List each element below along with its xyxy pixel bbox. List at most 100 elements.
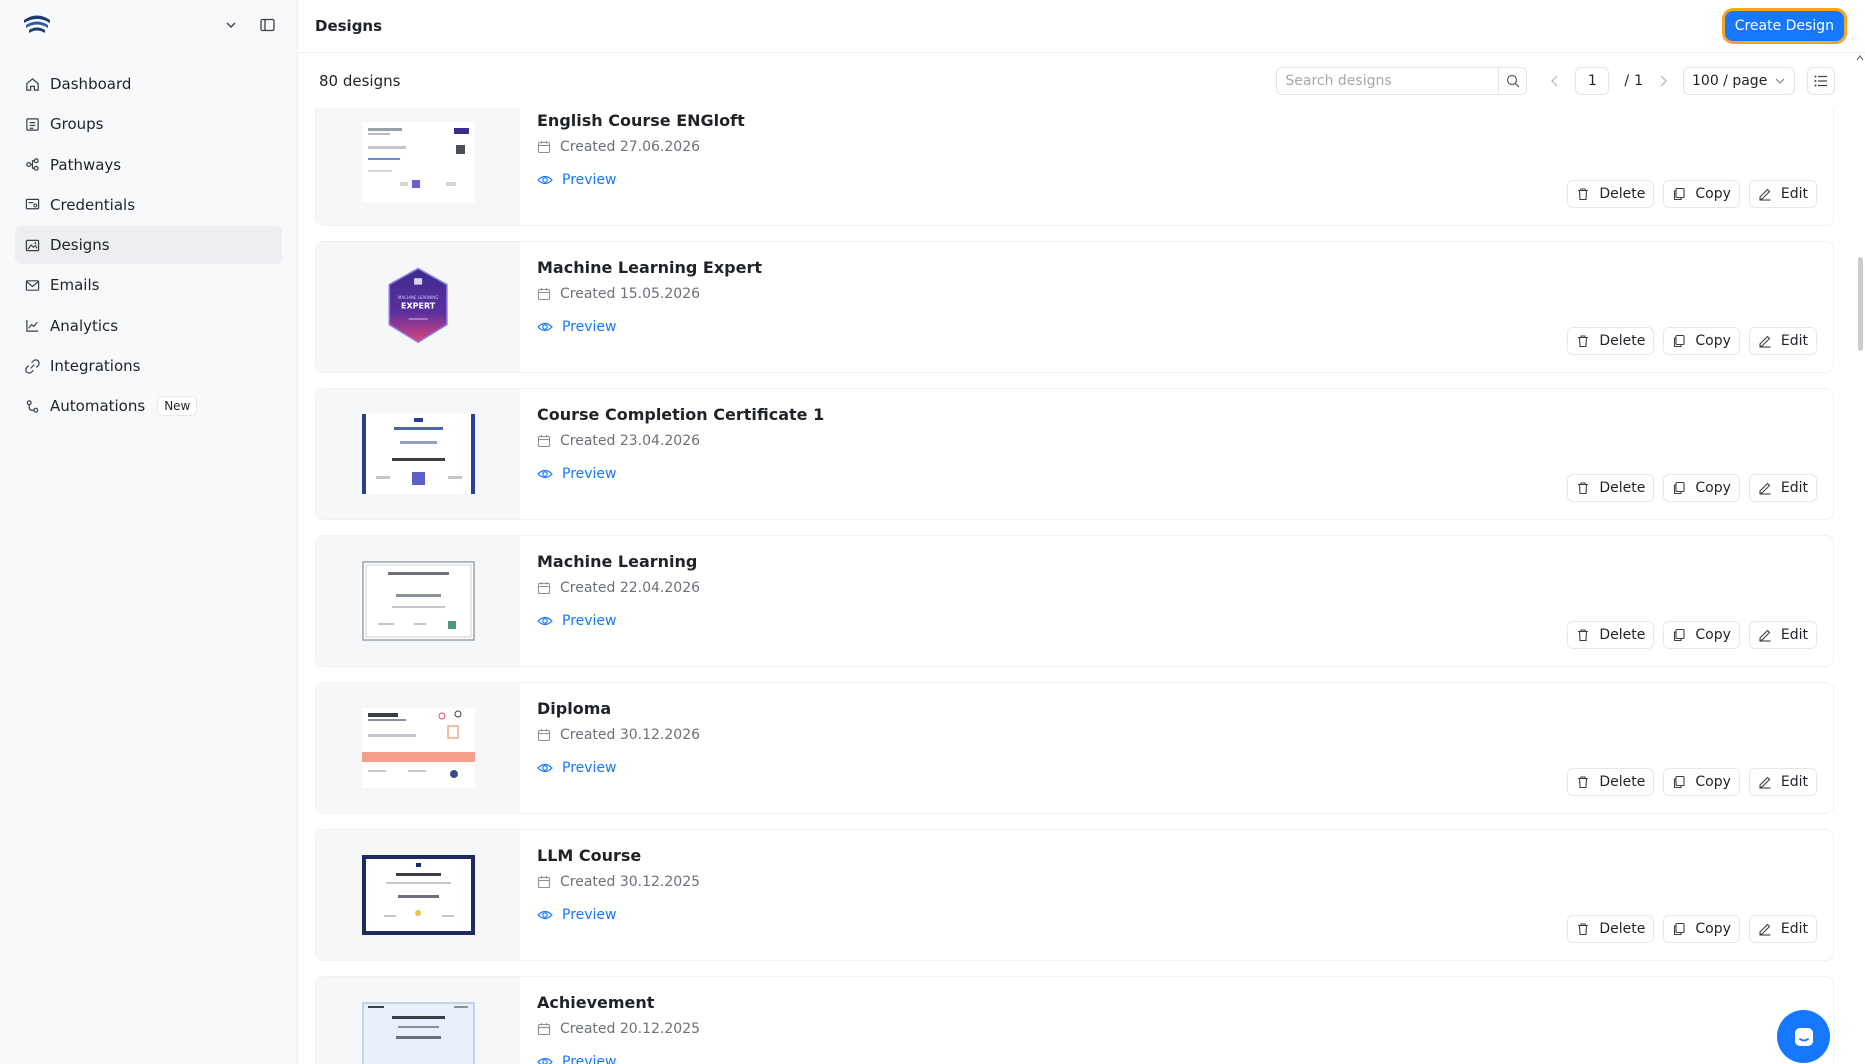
designs-icon [24,237,40,253]
delete-button[interactable]: Delete [1567,621,1655,649]
design-card: LLM Course Created 30.12.2025 Preview De… [315,829,1834,961]
design-created-date: Created 30.12.2026 [537,727,1833,743]
preview-link[interactable]: Preview [537,172,617,188]
certificate-thumbnail[interactable] [361,855,475,935]
design-created-text: Created 22.04.2026 [560,580,701,596]
edit-button[interactable]: Edit [1748,768,1817,796]
delete-button[interactable]: Delete [1567,327,1655,355]
preview-link[interactable]: Preview [537,1054,617,1064]
preview-link[interactable]: Preview [537,907,617,923]
trash-icon [1576,922,1590,936]
copy-icon [1672,334,1686,348]
create-design-highlight: Create Design [1721,8,1847,44]
edit-button[interactable]: Edit [1748,180,1817,208]
pencil-icon [1758,775,1772,789]
certificate-thumbnail[interactable] [361,122,475,202]
scrollbar-thumb[interactable] [1858,257,1863,351]
copy-button[interactable]: Copy [1663,180,1740,208]
delete-button[interactable]: Delete [1567,180,1655,208]
delete-label: Delete [1599,921,1646,937]
eye-icon [537,907,553,923]
list-view-toggle[interactable] [1807,67,1835,95]
sidebar-item-automations[interactable]: Automations New [15,387,282,425]
preview-link[interactable]: Preview [537,760,617,776]
eye-icon [537,172,553,188]
badge-thumbnail[interactable]: MACHINE LEARNING EXPERT [362,267,475,347]
copy-button[interactable]: Copy [1663,327,1740,355]
certificate-thumbnail[interactable] [361,414,475,494]
edit-button[interactable]: Edit [1748,621,1817,649]
eye-icon [537,466,553,482]
search-input[interactable] [1277,68,1499,94]
delete-button[interactable]: Delete [1567,474,1655,502]
sidebar-item-groups[interactable]: Groups [15,105,282,143]
chat-launcher-button[interactable] [1777,1010,1830,1063]
eye-icon [537,760,553,776]
sidebar-item-designs[interactable]: Designs [15,226,282,265]
list-toolbar: 80 designs / 1 100 / page [298,54,1865,108]
copy-button[interactable]: Copy [1663,621,1740,649]
edit-button[interactable]: Edit [1748,474,1817,502]
certificate-thumbnail[interactable] [361,561,475,641]
sidebar-item-dashboard[interactable]: Dashboard [15,65,282,103]
sidebar-item-integrations[interactable]: Integrations [15,347,282,385]
copy-button[interactable]: Copy [1663,768,1740,796]
design-thumbnail-area [316,108,520,225]
page-size-select[interactable]: 100 / page [1683,67,1795,95]
design-card: English Course ENGloft Created 27.06.202… [315,108,1834,226]
sidebar-item-pathways[interactable]: Pathways [15,146,282,184]
copy-button[interactable]: Copy [1663,474,1740,502]
edit-button[interactable]: Edit [1748,327,1817,355]
design-thumbnail-area [316,389,520,519]
pencil-icon [1758,334,1772,348]
copy-icon [1672,628,1686,642]
copy-button[interactable]: Copy [1663,915,1740,943]
preview-link[interactable]: Preview [537,319,617,335]
preview-link[interactable]: Preview [537,613,617,629]
search-icon[interactable] [1498,68,1526,94]
sidebar-header [0,0,297,50]
scrollbar[interactable] [1854,54,1865,1064]
sidebar-item-label: Designs [50,236,110,255]
top-bar: Designs Create Design [298,0,1865,53]
delete-button[interactable]: Delete [1567,768,1655,796]
sidebar-item-credentials[interactable]: Credentials [15,186,282,224]
chevron-right-icon[interactable] [1653,75,1673,87]
copy-icon [1672,775,1686,789]
edit-button[interactable]: Edit [1748,915,1817,943]
delete-label: Delete [1599,480,1646,496]
calendar-icon [537,434,551,448]
design-created-text: Created 23.04.2026 [560,433,701,449]
sidebar-item-label: Emails [50,276,100,295]
design-actions: Delete Copy Edit [1558,915,1817,943]
delete-button[interactable]: Delete [1567,915,1655,943]
diploma-thumbnail[interactable] [361,708,475,788]
page-size-value: 100 / page [1692,73,1768,89]
design-count: 80 designs [319,72,401,90]
design-info: English Course ENGloft Created 27.06.202… [520,108,1833,225]
sidebar-toggle-icon[interactable] [255,13,279,37]
design-created-date: Created 30.12.2025 [537,874,1833,890]
design-list: English Course ENGloft Created 27.06.202… [315,108,1834,1064]
brand-logo-icon[interactable] [22,11,52,39]
scroll-up-arrow-icon[interactable] [1856,55,1864,61]
create-design-button[interactable]: Create Design [1724,11,1844,41]
design-title: Achievement [537,993,655,1012]
page-number-input[interactable] [1575,67,1610,95]
trash-icon [1576,481,1590,495]
sidebar-item-emails[interactable]: Emails [15,266,282,304]
sidebar-item-analytics[interactable]: Analytics [15,307,282,345]
chevron-down-icon[interactable] [219,13,243,37]
certificate-thumbnail[interactable] [361,1002,475,1064]
sidebar-item-label: Analytics [50,316,119,335]
preview-link[interactable]: Preview [537,466,617,482]
pencil-icon [1758,628,1772,642]
design-title: English Course ENGloft [537,111,745,130]
edit-label: Edit [1780,186,1808,202]
design-actions: Delete Copy Edit [1558,327,1817,355]
design-info: Diploma Created 30.12.2026 Preview Delet… [520,683,1833,813]
design-created-date: Created 27.06.2026 [537,139,1833,155]
chevron-left-icon[interactable] [1545,75,1565,87]
edit-label: Edit [1780,921,1808,937]
design-thumbnail-area [316,536,520,666]
